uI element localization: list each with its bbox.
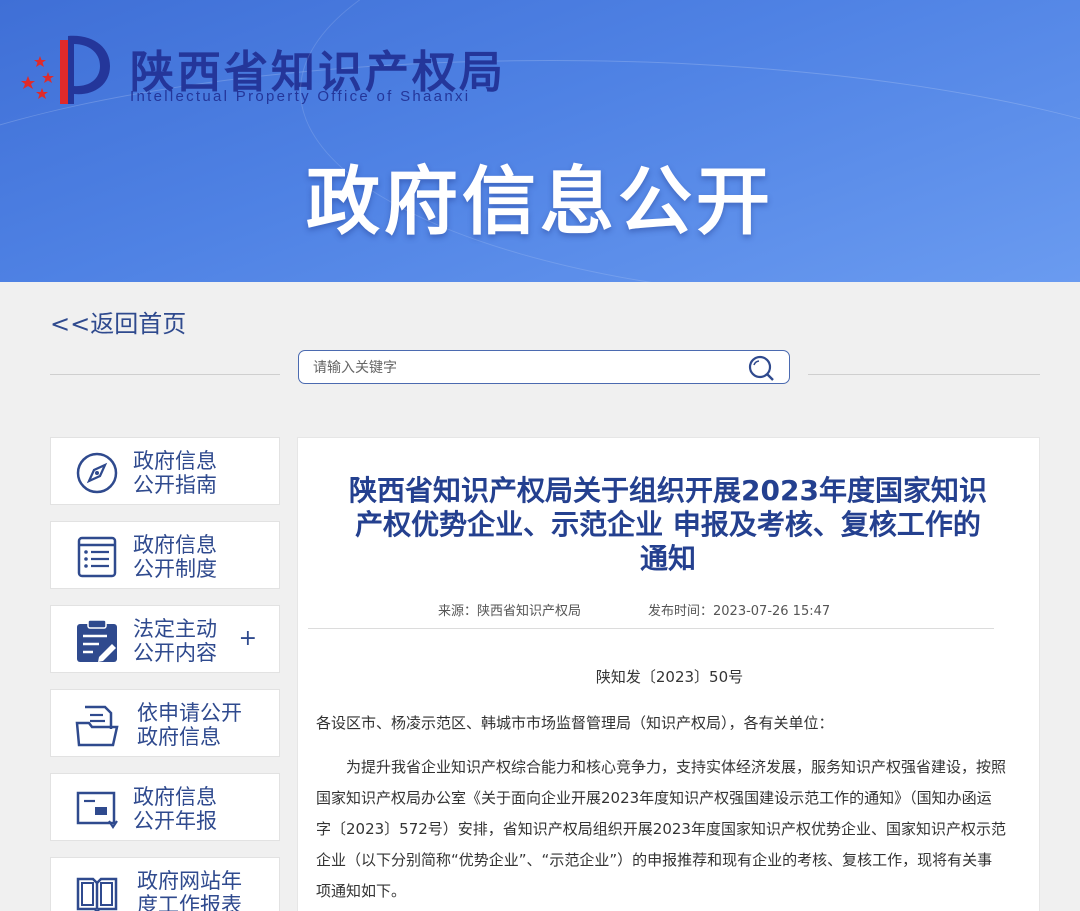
sidebar-item-label: 法定主动 公开内容: [133, 617, 217, 665]
article-divider: [308, 628, 994, 629]
sidebar-item-label: 政府信息 公开指南: [133, 449, 217, 497]
sidebar-item-label: 政府网站年 度工作报表: [137, 869, 242, 911]
article-panel: 陕西省知识产权局关于组织开展2023年度国家知识产权优势企业、示范企业 申报及考…: [297, 437, 1040, 911]
banner-title: 政府信息公开: [306, 159, 774, 245]
article-source: 来源：陕西省知识产权局: [438, 604, 582, 619]
addressee: 各设区市、杨凌示范区、韩城市市场监督管理局（知识产权局），各有关单位：: [316, 714, 834, 732]
org-name-en: Intellectual Property Office of Shaanxi: [130, 88, 471, 105]
expand-icon[interactable]: +: [239, 626, 257, 651]
sidebar-item-annual-report[interactable]: 政府信息 公开年报: [50, 773, 280, 841]
sidebar-item-system[interactable]: 政府信息 公开制度: [50, 521, 280, 589]
search-icon[interactable]: [747, 355, 775, 381]
sidebar-item-website-report[interactable]: 政府网站年 度工作报表: [50, 857, 280, 911]
compass-icon: [76, 452, 118, 494]
divider-left: [50, 374, 280, 375]
sidebar-item-label: 依申请公开 政府信息: [137, 701, 242, 749]
search-bar: [298, 350, 790, 384]
folder-document-icon: [75, 705, 119, 747]
report-icon: [76, 791, 118, 829]
sidebar-item-label: 政府信息 公开制度: [133, 533, 217, 581]
search-input[interactable]: [313, 357, 733, 379]
back-home-link[interactable]: <<返回首页: [50, 304, 186, 339]
divider-right: [808, 374, 1040, 375]
article-publish-time: 发布时间：2023-07-26 15:47: [648, 604, 831, 619]
main-content: <<返回首页 政府信息公开指南 政府信息公开制度: [14, 282, 1074, 911]
article-title: 陕西省知识产权局关于组织开展2023年度国家知识产权优势企业、示范企业 申报及考…: [349, 474, 987, 575]
sidebar-item-label: 政府信息 公开年报: [133, 785, 217, 833]
list-document-icon: [77, 536, 117, 578]
document-number: 陕知发〔2023〕50号: [595, 668, 744, 686]
article-paragraph: 为提升我省企业知识产权综合能力和核心竞争力，支持实体经济发展，服务知识产权强省建…: [316, 758, 1007, 900]
book-icon: [76, 877, 118, 911]
sidebar-item-guide[interactable]: 政府信息 公开指南: [50, 437, 280, 505]
header-banner: 陕西省知识产权局 Intellectual Property Office of…: [0, 0, 1080, 282]
sidebar-item-request[interactable]: 依申请公开 政府信息: [50, 689, 280, 757]
sidebar-item-statutory[interactable]: 法定主动 公开内容 +: [50, 605, 280, 673]
office-logo: [21, 35, 110, 104]
clipboard-edit-icon: [77, 619, 117, 662]
